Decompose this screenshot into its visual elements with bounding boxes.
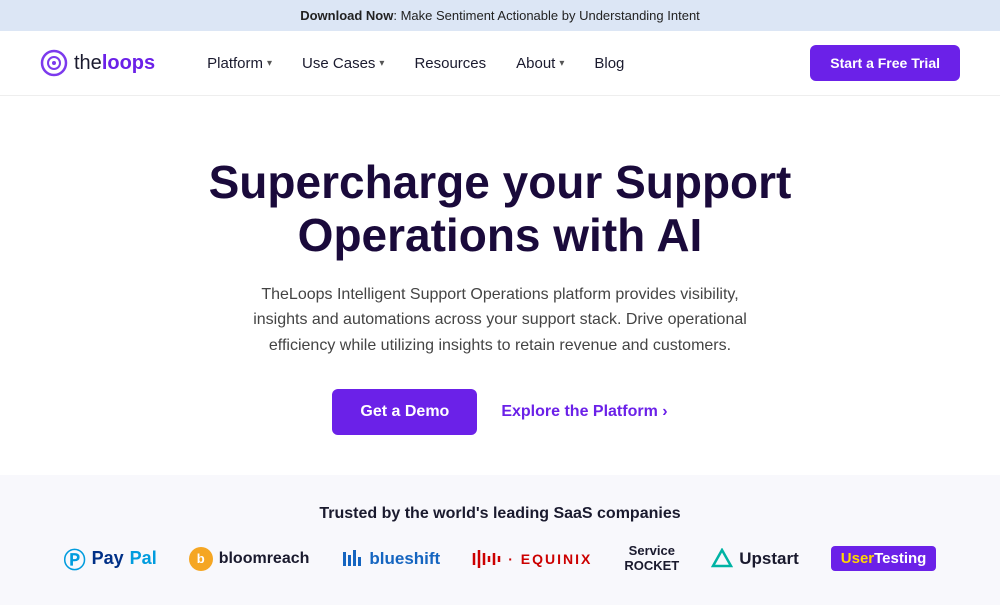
blueshift-name: blueshift bbox=[369, 549, 440, 569]
bloomreach-logo: b bloomreach bbox=[189, 547, 310, 571]
banner-text: : Make Sentiment Actionable by Understan… bbox=[393, 8, 699, 23]
start-trial-button[interactable]: Start a Free Trial bbox=[810, 45, 960, 81]
chevron-down-icon: ▾ bbox=[379, 58, 384, 69]
equinix-logo: · EQUINIX bbox=[472, 548, 592, 570]
nav-links: Platform ▾ Use Cases ▾ Resources About ▾… bbox=[195, 47, 810, 80]
hero-description: TheLoops Intelligent Support Operations … bbox=[240, 282, 760, 359]
trusted-title: Trusted by the world's leading SaaS comp… bbox=[40, 505, 960, 523]
navigation: theloops Platform ▾ Use Cases ▾ Resource… bbox=[0, 31, 1000, 96]
company-logos: Ⓟ Pay Pal b bloomreach blueshift bbox=[40, 543, 960, 575]
get-demo-button[interactable]: Get a Demo bbox=[332, 389, 477, 435]
nav-item-blog[interactable]: Blog bbox=[582, 47, 636, 80]
servicerocket-name-2: ROCKET bbox=[624, 559, 679, 573]
paypal-name: Pay bbox=[92, 548, 124, 569]
nav-item-resources[interactable]: Resources bbox=[402, 47, 498, 80]
banner-bold: Download Now bbox=[300, 8, 393, 23]
equinix-icon bbox=[472, 548, 502, 570]
nav-item-about[interactable]: About ▾ bbox=[504, 47, 576, 80]
usertesting-logo: UserTesting bbox=[831, 546, 937, 571]
trusted-section: Trusted by the world's leading SaaS comp… bbox=[0, 475, 1000, 605]
equinix-name: · EQUINIX bbox=[508, 551, 592, 567]
nav-link-about[interactable]: About ▾ bbox=[504, 47, 576, 80]
bloomreach-name: bloomreach bbox=[219, 550, 310, 568]
upstart-icon bbox=[711, 548, 733, 570]
paypal-logo: Ⓟ Pay Pal bbox=[64, 543, 157, 575]
servicerocket-logo: Service ROCKET bbox=[624, 544, 679, 573]
nav-item-usecases[interactable]: Use Cases ▾ bbox=[290, 47, 396, 80]
nav-item-platform[interactable]: Platform ▾ bbox=[195, 47, 284, 80]
nav-link-blog[interactable]: Blog bbox=[582, 47, 636, 80]
paypal-icon: Ⓟ bbox=[64, 543, 86, 575]
chevron-down-icon: ▾ bbox=[559, 58, 564, 69]
upstart-name: Upstart bbox=[739, 549, 799, 569]
blueshift-icon bbox=[341, 548, 363, 570]
nav-link-usecases[interactable]: Use Cases ▾ bbox=[290, 47, 396, 80]
nav-link-platform[interactable]: Platform ▾ bbox=[195, 47, 284, 80]
bloomreach-icon: b bbox=[189, 547, 213, 571]
logo-icon bbox=[40, 49, 68, 77]
nav-link-resources[interactable]: Resources bbox=[402, 47, 498, 80]
hero-section: Supercharge your Support Operations with… bbox=[0, 96, 1000, 475]
hero-buttons: Get a Demo Explore the Platform › bbox=[20, 389, 980, 435]
usertesting-badge: UserTesting bbox=[831, 546, 937, 571]
servicerocket-name-1: Service bbox=[629, 544, 675, 558]
paypal-name-2: Pal bbox=[130, 548, 157, 569]
logo-link[interactable]: theloops bbox=[40, 49, 155, 77]
blueshift-logo: blueshift bbox=[341, 548, 440, 570]
upstart-logo: Upstart bbox=[711, 548, 799, 570]
logo-text: theloops bbox=[74, 52, 155, 75]
chevron-down-icon: ▾ bbox=[267, 58, 272, 69]
hero-heading: Supercharge your Support Operations with… bbox=[160, 156, 840, 262]
top-banner: Download Now: Make Sentiment Actionable … bbox=[0, 0, 1000, 31]
explore-platform-link[interactable]: Explore the Platform › bbox=[501, 403, 667, 421]
